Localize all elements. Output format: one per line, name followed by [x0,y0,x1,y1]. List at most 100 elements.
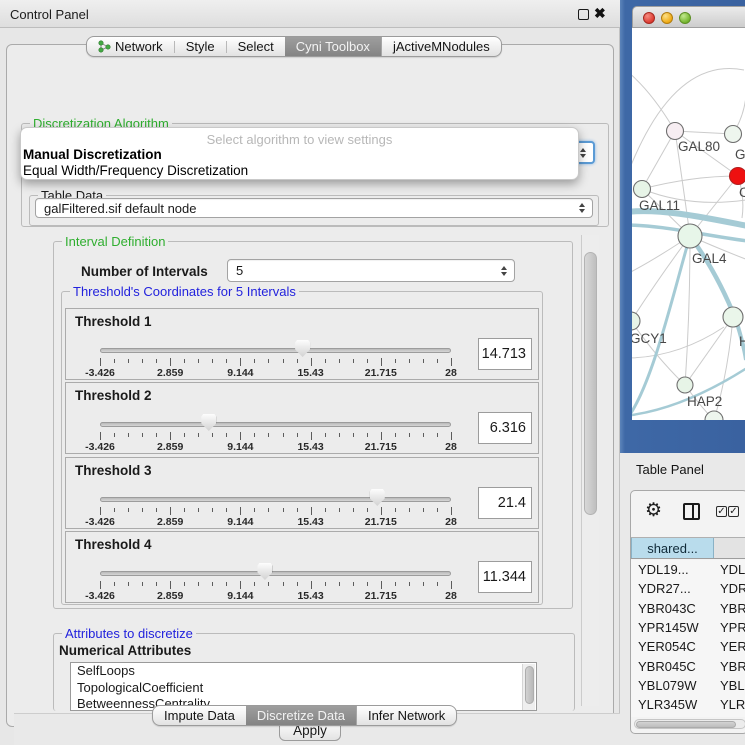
threshold-value-field[interactable]: 11.344 [478,561,532,593]
tab-network[interactable]: Network [87,37,174,56]
GAL11-node[interactable] [634,181,651,198]
table-row[interactable]: YDL19...YDL1 [631,560,745,579]
tab-impute-data[interactable]: Impute Data [153,706,246,725]
table-panel-title: Table Panel [636,462,704,477]
tick-mark [395,433,396,437]
column-split-icon[interactable] [683,503,700,520]
table-row[interactable]: YLR345WYLR3 [631,695,745,714]
attribute-list-item[interactable]: SelfLoops [71,663,536,680]
scrollbar-thumb[interactable] [525,666,534,704]
tick-mark [114,359,115,363]
cell-name[interactable]: YER0 [714,639,745,654]
threshold-slider-thumb[interactable] [370,489,385,506]
algorithm-option[interactable]: Equal Width/Frequency Discretization [21,163,578,179]
table-row[interactable]: YBL079WYBL0 [631,676,745,695]
threshold-value-field[interactable]: 14.713 [478,338,532,370]
threshold-slider-thumb[interactable] [295,340,310,357]
threshold-value-field[interactable]: 6.316 [478,412,532,444]
threshold-slider-track[interactable] [100,348,451,353]
table-data-combobox[interactable]: galFiltered.sif default node [35,198,593,218]
number-of-intervals-combobox[interactable]: 5 [227,259,515,282]
threshold-value-field[interactable]: 21.4 [478,487,532,519]
close-icon[interactable]: ✖ [594,5,606,22]
column-header-name[interactable]: na [714,538,745,558]
cell-name[interactable]: YPR1 [714,620,745,635]
panel-scrollbar[interactable] [581,235,599,706]
attribute-list-item[interactable]: TopologicalCoefficient [71,680,536,697]
threshold-slider-track[interactable] [100,422,451,427]
tab-jactivemnodules[interactable]: jActiveMNodules [381,37,501,56]
tab-cyni-toolbox[interactable]: Cyni Toolbox [285,37,381,56]
HAP2-node[interactable] [677,377,693,393]
cell-name[interactable]: YBR0 [714,601,745,616]
tick-mark [339,582,340,586]
tick-mark [409,508,410,512]
tab-select[interactable]: Select [227,37,285,56]
attributes-group-title: Attributes to discretize [62,626,196,641]
table-toolbar: ⚙ ✓ ✓ [631,491,745,535]
node-label-gal4: GAL4 [692,251,727,266]
cell-shared-name[interactable]: YDL19... [631,562,714,577]
float-window-icon[interactable] [578,9,589,20]
cell-name[interactable]: YLR3 [714,697,745,712]
tab-discretize-data[interactable]: Discretize Data [246,706,356,725]
table-row[interactable]: YIL052CYIL0 [631,714,745,717]
cell-shared-name[interactable]: YER054C [631,639,714,654]
cell-name[interactable]: YDL1 [714,562,745,577]
cell-shared-name[interactable]: YBR045C [631,659,714,674]
tab-label: Select [238,39,274,54]
partial-bottom-node[interactable] [705,411,723,420]
H-node[interactable] [723,307,743,327]
table-row[interactable]: YER054CYER0 [631,637,745,656]
tick-mark [156,433,157,437]
tick-mark [283,508,284,512]
threshold-slider-thumb[interactable] [201,414,216,431]
cell-shared-name[interactable]: YDR27... [631,581,714,596]
cell-name[interactable]: YBL0 [714,678,745,693]
tick-mark [170,507,171,515]
tick-label: 28 [421,441,481,453]
tick-mark [212,359,213,363]
cell-name[interactable]: YDR2 [714,581,745,596]
red-node[interactable] [730,168,745,185]
gear-icon[interactable]: ⚙ [645,499,662,522]
cell-shared-name[interactable]: YBR043C [631,601,714,616]
threshold-slider-thumb[interactable] [257,563,272,580]
scrollbar-thumb[interactable] [584,252,597,515]
network-canvas[interactable]: GAL80GCGAL11GAL4GCY1HHAP2 [632,28,745,420]
table-horizontal-scrollbar[interactable] [634,719,745,729]
cell-shared-name[interactable]: YBL079W [631,678,714,693]
table-row[interactable]: YBR043CYBR0 [631,599,745,618]
table-rows: YDL19...YDL1YDR27...YDR2YBR043CYBR0YPR14… [631,560,745,717]
tab-infer-network[interactable]: Infer Network [356,706,456,725]
cell-shared-name[interactable]: YPR145W [631,620,714,635]
table-row[interactable]: YDR27...YDR2 [631,579,745,598]
GCY1-node[interactable] [632,312,640,330]
tab-style[interactable]: Style [175,37,226,56]
table-row[interactable]: YPR145WYPR1 [631,618,745,637]
tick-label: 9.144 [210,590,270,602]
scrollbar-thumb[interactable] [636,721,736,728]
checkbox-icon[interactable]: ✓ [728,506,739,517]
tick-label: 9.144 [210,516,270,528]
GAL80-node[interactable] [667,123,684,140]
threshold-slider-track[interactable] [100,571,451,576]
tick-mark [451,507,452,515]
network-edge [632,72,675,131]
table-row[interactable]: YBR045CYBR0 [631,656,745,675]
algorithm-option[interactable]: Manual Discretization [21,147,578,163]
minimize-traffic-light-icon[interactable] [661,12,673,24]
column-header-shared-name[interactable]: shared... [631,538,714,558]
close-traffic-light-icon[interactable] [643,12,655,24]
attributes-scrollbar[interactable] [522,664,535,711]
numerical-attributes-list[interactable]: SelfLoopsTopologicalCoefficientBetweenne… [70,662,537,711]
zoom-traffic-light-icon[interactable] [679,12,691,24]
cell-shared-name[interactable]: YLR345W [631,697,714,712]
threshold-slider-track[interactable] [100,497,451,502]
top-right-node[interactable] [725,126,742,143]
checkbox-icon[interactable]: ✓ [716,506,727,517]
cell-name[interactable]: YBR0 [714,659,745,674]
GAL4-node[interactable] [678,224,702,248]
tick-mark [381,507,382,515]
tick-mark [325,508,326,512]
